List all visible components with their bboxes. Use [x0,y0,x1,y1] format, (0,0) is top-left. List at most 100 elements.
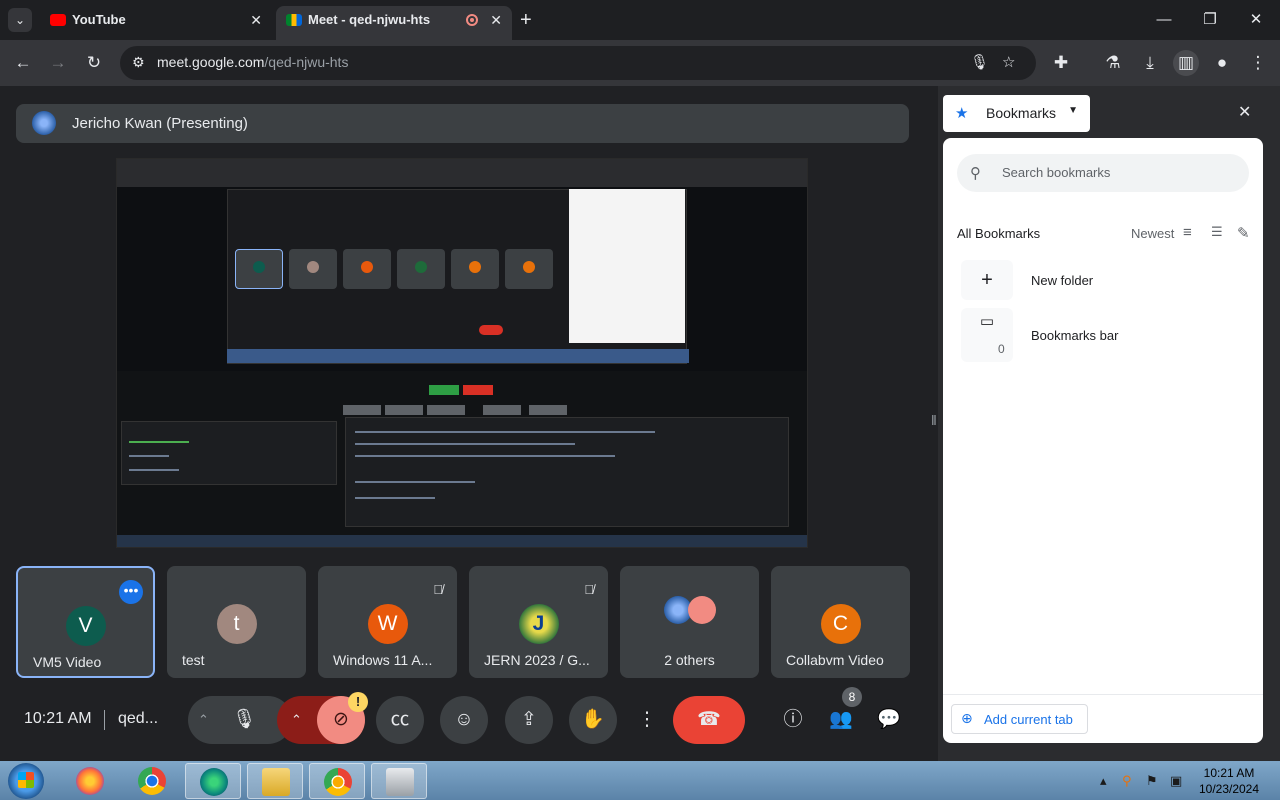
participant-tile[interactable]: ••• V VM5 Video [16,566,155,678]
presenter-avatar [32,111,56,135]
chrome-taskbar-button[interactable] [124,763,180,799]
shared-text-line [129,441,189,443]
shared-browser-chrome [117,159,807,187]
shared-text-line [129,469,179,471]
panel-title: Bookmarks [986,105,1057,121]
recording-icon [466,14,478,26]
start-button[interactable] [8,763,44,799]
shared-text-line [129,455,169,457]
sort-label[interactable]: Newest [1131,226,1174,241]
kebab-menu-icon[interactable]: ⋮ [1245,50,1271,76]
close-window-button[interactable]: ✕ [1234,6,1278,34]
side-panel-icon[interactable]: ▥ [1173,50,1199,76]
close-icon[interactable]: ✕ [1238,102,1251,122]
restore-button[interactable]: ❐ [1188,6,1232,34]
folder-icon [262,768,290,796]
plus-icon[interactable]: + [961,260,1013,300]
show-hidden-icons[interactable]: ▴ [1100,773,1107,789]
tab-youtube[interactable]: YouTube ✕ [40,6,272,40]
edge-icon [200,768,228,796]
profile-icon[interactable]: ● [1209,50,1235,76]
download-icon[interactable]: ⤓ [1137,50,1163,76]
participant-tile[interactable]: 2 others [620,566,759,678]
microphone-icon[interactable]: 🎙 [232,696,256,744]
minimize-button[interactable]: — [1142,6,1186,34]
site-info-icon[interactable]: ⚙ [132,54,145,71]
sort-filter-icon[interactable]: ≡ [1183,224,1192,241]
network-icon[interactable]: ▣ [1170,773,1182,789]
captions-icon[interactable]: ㏄ [376,696,424,744]
edge-taskbar-button[interactable] [185,763,241,799]
audio-options-chevron-icon[interactable]: ⌃ [198,696,209,744]
warning-icon: ! [348,692,368,712]
chrome-icon [138,767,166,795]
new-tab-button[interactable]: + [520,8,532,32]
reload-icon[interactable]: ↻ [81,50,107,76]
section-title: All Bookmarks [957,226,1041,241]
action-center-flag-icon[interactable]: ⚑ [1146,773,1158,789]
puzzle-icon[interactable]: ✚ [1048,50,1074,76]
youtube-icon [50,14,66,26]
present-screen-icon[interactable]: ⇪ [505,696,553,744]
tab-search-button[interactable]: ⌄ [8,8,32,32]
side-panel-selector[interactable]: ★ Bookmarks ▼ [943,95,1090,132]
edit-pencil-icon[interactable]: ✎ [1237,224,1250,242]
add-current-tab-button[interactable]: ⊕ Add current tab [951,704,1088,734]
microphone-icon[interactable]: 🎙 [970,53,989,71]
participant-tile[interactable]: 🎙̸ J JERN 2023 / G... [469,566,608,678]
end-call-button[interactable]: ☎ [673,696,745,744]
tab-meet[interactable]: Meet - qed-njwu-hts ✕ [276,6,512,40]
back-arrow-icon[interactable]: ← [10,50,36,76]
shared-text-line [355,481,475,483]
meeting-code[interactable]: qed... [118,710,158,728]
close-tab-icon[interactable]: ✕ [250,6,262,34]
shared-avatar [523,261,535,273]
close-tab-icon[interactable]: ✕ [490,6,502,34]
chrome-canary-taskbar-button[interactable] [309,763,365,799]
participant-tile[interactable]: t test [167,566,306,678]
avatar: C [820,604,861,644]
shared-text-line [355,455,615,457]
avatar [688,596,716,624]
shared-bottom-taskbar [117,535,807,547]
flask-icon[interactable]: ⚗ [1100,50,1126,76]
system-clock[interactable]: 10:21 AM 10/23/2024 [1194,765,1264,797]
file-explorer-taskbar-button[interactable] [247,763,303,799]
more-options-icon[interactable]: ⋮ [634,696,660,744]
shared-text-line [355,443,575,445]
shared-avatar [253,261,265,273]
search-icon[interactable]: ⚲ [1122,773,1132,789]
shared-end-call [479,325,503,335]
video-options-chevron-icon[interactable]: ⌃ [291,696,302,744]
participant-tile[interactable]: C Collabvm Video [771,566,910,678]
participant-tile[interactable]: 🎙̸ W Windows 11 A... [318,566,457,678]
list-view-icon[interactable]: ☰ [1211,224,1223,240]
resize-handle[interactable]: ‖ [931,412,937,428]
address-bar[interactable]: ⚙ meet.google.com/qed-njwu-hts 🎙 ☆ [120,46,1036,80]
info-icon[interactable]: ⓘ [770,696,816,744]
firefox-taskbar-button[interactable] [62,763,118,799]
shared-avatar [415,261,427,273]
forward-arrow-icon[interactable]: → [45,50,71,76]
add-current-tab-label: Add current tab [984,712,1073,727]
emoji-icon[interactable]: ☺ [440,696,488,744]
firefox-icon [76,767,104,795]
meet-main: Jericho Kwan (Presenting) ••• V VM5 Vide… [0,86,924,761]
window-preview-icon [386,768,414,796]
chrome-canary-icon [324,768,352,796]
bookmarks-bar-folder[interactable]: Bookmarks bar [1031,328,1118,343]
url-text[interactable]: meet.google.com/qed-njwu-hts [157,54,348,70]
tab-title: YouTube [72,12,126,27]
folder-icon[interactable]: ▭ [961,308,1013,362]
shared-avatar [307,261,319,273]
chat-icon[interactable]: 💬 [866,696,912,744]
folder-item-count: 0 [998,342,1005,356]
star-icon[interactable]: ☆ [1002,53,1015,71]
meet-icon [286,14,302,26]
raise-hand-icon[interactable]: ✋ [569,696,617,744]
preview-taskbar-button[interactable] [371,763,427,799]
search-bookmarks-input[interactable]: ⚲ Search bookmarks [957,154,1249,192]
new-folder-button[interactable]: New folder [1031,273,1093,288]
more-options-icon[interactable]: ••• [119,580,143,604]
shared-yes-button [429,385,459,395]
